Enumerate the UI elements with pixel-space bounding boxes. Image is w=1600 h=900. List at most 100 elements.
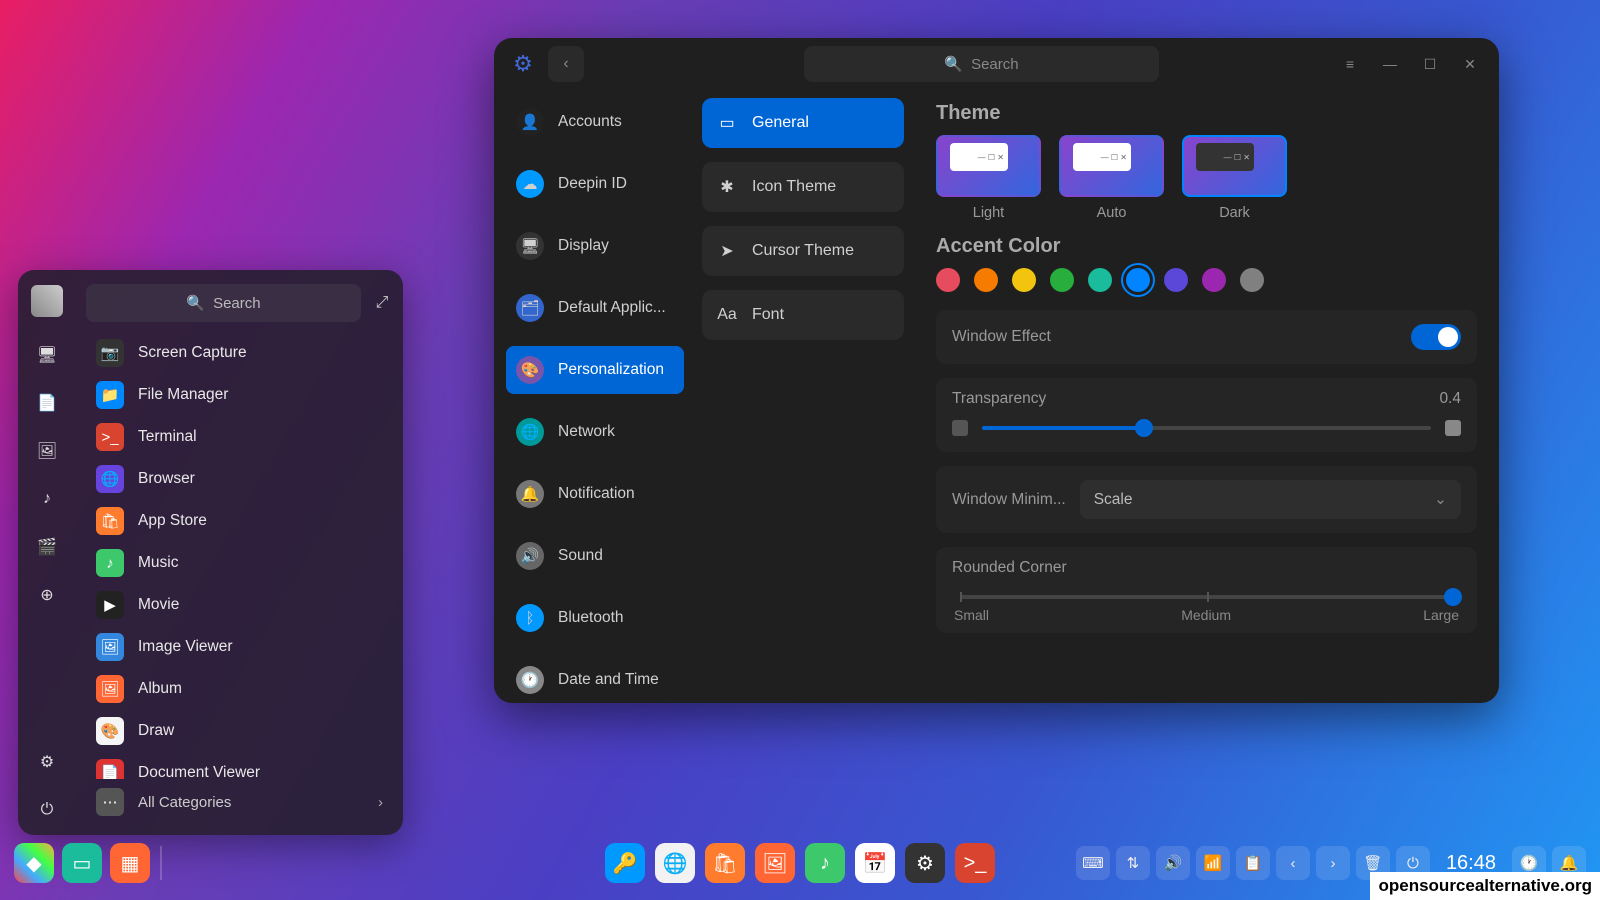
usb-tray-icon[interactable]: ⇅	[1116, 846, 1150, 880]
category-item[interactable]: 🗂Default Applic...	[506, 284, 684, 332]
accent-swatch[interactable]	[1202, 268, 1226, 292]
accent-swatch[interactable]	[974, 268, 998, 292]
subtab-item[interactable]: ▭General	[702, 98, 904, 148]
music-icon[interactable]: ♪	[37, 489, 57, 509]
theme-option[interactable]: — ☐ ✕Light	[936, 135, 1041, 221]
dock-app[interactable]: 🌐	[655, 843, 695, 883]
start-app-item[interactable]: 📷Screen Capture	[86, 332, 393, 374]
show-desktop-button[interactable]: ▦	[110, 843, 150, 883]
window-minimize-label: Window Minim...	[952, 491, 1066, 509]
start-main: 🔍 Search ⤢ 📷Screen Capture📁File Manager>…	[76, 270, 403, 835]
accent-swatch[interactable]	[1240, 268, 1264, 292]
subtab-item[interactable]: Aa Font	[702, 290, 904, 340]
subtab-item[interactable]: ✱Icon Theme	[702, 162, 904, 212]
opacity-high-icon	[1445, 420, 1461, 436]
category-item[interactable]: ᛒBluetooth	[506, 594, 684, 642]
start-app-item[interactable]: 🌐Browser	[86, 458, 393, 500]
start-search-input[interactable]: 🔍 Search	[86, 284, 361, 322]
downloads-icon[interactable]: ⊕	[37, 585, 57, 605]
dock-app[interactable]: >_	[955, 843, 995, 883]
app-label: Album	[138, 680, 182, 698]
maximize-button[interactable]: ☐	[1415, 49, 1445, 79]
volume-tray-icon[interactable]: 🔊	[1156, 846, 1190, 880]
settings-search-input[interactable]: 🔍 Search	[804, 46, 1159, 82]
transparency-slider[interactable]	[982, 426, 1431, 430]
category-icon: 👤	[516, 108, 544, 136]
window-effect-toggle[interactable]	[1411, 324, 1461, 350]
expand-icon[interactable]: ⤢	[371, 292, 393, 314]
app-label: Document Viewer	[138, 764, 260, 779]
dock-app[interactable]: 📅	[855, 843, 895, 883]
start-app-item[interactable]: ▶Movie	[86, 584, 393, 626]
dock-app[interactable]: ♪	[805, 843, 845, 883]
window-minimize-value: Scale	[1094, 491, 1133, 509]
start-app-item[interactable]: 🖼 Album	[86, 668, 393, 710]
theme-option[interactable]: — ☐ ✕Auto	[1059, 135, 1164, 221]
dock-app[interactable]: 🛍	[705, 843, 745, 883]
prev-tray-icon[interactable]: ‹	[1276, 846, 1310, 880]
theme-thumb: — ☐ ✕	[1182, 135, 1287, 197]
subtab-label: Font	[752, 306, 784, 324]
category-item[interactable]: 🌐Network	[506, 408, 684, 456]
accent-swatch[interactable]	[1164, 268, 1188, 292]
start-app-item[interactable]: 🎨Draw	[86, 710, 393, 752]
category-label: Network	[558, 423, 615, 441]
opacity-low-icon	[952, 420, 968, 436]
all-categories-item[interactable]: ⋯ All Categories ›	[86, 779, 393, 825]
minimize-button[interactable]: —	[1375, 49, 1405, 79]
transparency-block: Transparency 0.4	[936, 378, 1477, 452]
theme-option[interactable]: — ☐ ✕Dark	[1182, 135, 1287, 221]
menu-button[interactable]: ≡	[1335, 49, 1365, 79]
app-icon: 🖼	[96, 675, 124, 703]
category-item[interactable]: 🔊Sound	[506, 532, 684, 580]
category-label: Personalization	[558, 361, 664, 379]
wifi-tray-icon[interactable]: 📶	[1196, 846, 1230, 880]
start-app-item[interactable]: 🖼Image Viewer	[86, 626, 393, 668]
window-minimize-dropdown[interactable]: Scale ⌄	[1080, 480, 1461, 519]
document-icon[interactable]: 📄	[37, 393, 57, 413]
rounded-corner-slider[interactable]	[960, 595, 1453, 599]
app-label: File Manager	[138, 386, 228, 404]
category-item[interactable]: ☁Deepin ID	[506, 160, 684, 208]
subtab-item[interactable]: ➤Cursor Theme	[702, 226, 904, 276]
start-app-item[interactable]: >_Terminal	[86, 416, 393, 458]
window-effect-row: Window Effect	[936, 310, 1477, 364]
accent-swatch[interactable]	[936, 268, 960, 292]
corner-label-large: Large	[1423, 607, 1459, 623]
accent-swatch[interactable]	[1126, 268, 1150, 292]
next-tray-icon[interactable]: ›	[1316, 846, 1350, 880]
category-label: Accounts	[558, 113, 622, 131]
accent-swatch[interactable]	[1012, 268, 1036, 292]
dock-app[interactable]: 🔑	[605, 843, 645, 883]
keyboard-tray-icon[interactable]: ⌨	[1076, 846, 1110, 880]
accent-swatch[interactable]	[1050, 268, 1074, 292]
computer-icon[interactable]: 🖥	[37, 345, 57, 365]
multitasking-button[interactable]: ▭	[62, 843, 102, 883]
launcher-button[interactable]: ◆	[14, 843, 54, 883]
category-item[interactable]: 🖥Display	[506, 222, 684, 270]
dock-app[interactable]: 🖼	[755, 843, 795, 883]
start-app-item[interactable]: 📁File Manager	[86, 374, 393, 416]
category-item[interactable]: 👤 Accounts	[506, 98, 684, 146]
start-app-item[interactable]: 📄Document Viewer	[86, 752, 393, 779]
dock-app[interactable]: ⚙	[905, 843, 945, 883]
app-icon: 🛍	[96, 507, 124, 535]
videos-icon[interactable]: 🎬	[37, 537, 57, 557]
power-icon[interactable]: ⏻	[37, 800, 57, 820]
start-app-item[interactable]: ♪Music	[86, 542, 393, 584]
start-app-item[interactable]: 🛍App Store	[86, 500, 393, 542]
app-icon: ♪	[96, 549, 124, 577]
accent-title: Accent Color	[936, 235, 1477, 258]
user-avatar[interactable]	[31, 285, 63, 317]
category-item[interactable]: 🎨Personalization	[506, 346, 684, 394]
rounded-corner-block: Rounded Corner Small Medium Large	[936, 547, 1477, 633]
category-item[interactable]: 🕐Date and Time	[506, 656, 684, 703]
clipboard-tray-icon[interactable]: 📋	[1236, 846, 1270, 880]
subtab-icon: Aa	[716, 304, 738, 326]
accent-swatch[interactable]	[1088, 268, 1112, 292]
back-button[interactable]: ‹	[548, 46, 584, 82]
category-item[interactable]: 🔔Notification	[506, 470, 684, 518]
settings-icon[interactable]: ⚙	[37, 752, 57, 772]
close-button[interactable]: ✕	[1455, 49, 1485, 79]
pictures-icon[interactable]: 🖼	[37, 441, 57, 461]
